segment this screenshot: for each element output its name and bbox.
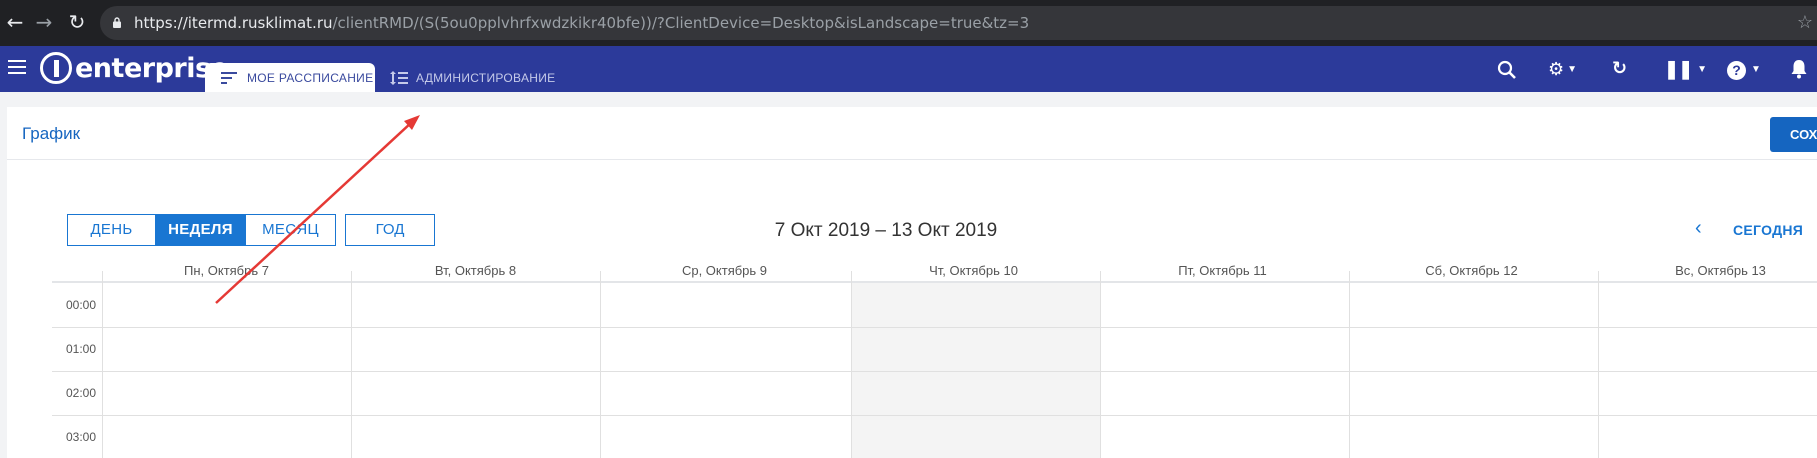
arrow-shaft — [215, 121, 413, 304]
annotation-arrow — [215, 115, 420, 304]
